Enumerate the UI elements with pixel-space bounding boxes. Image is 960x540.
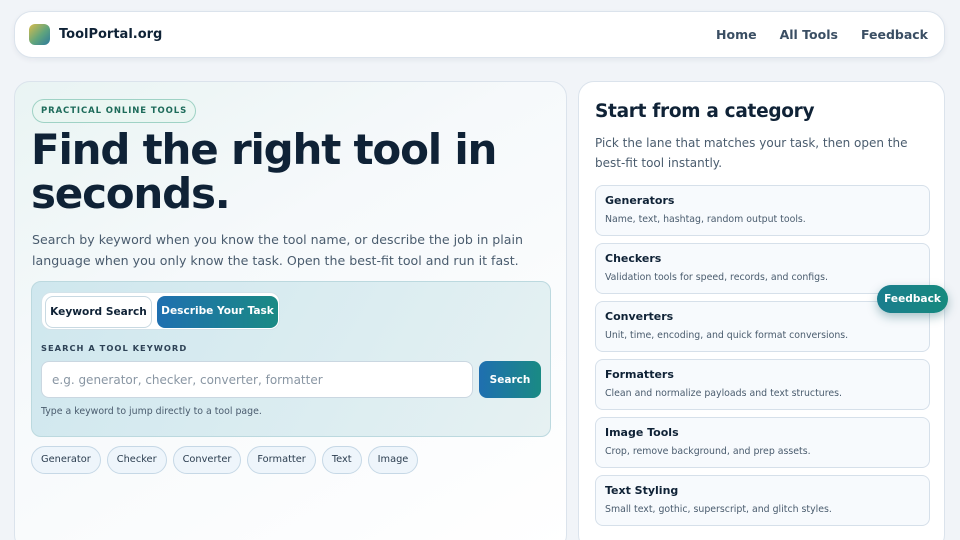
quick-keyword-chips: Generator Checker Converter Formatter Te… <box>31 446 424 474</box>
brand-logo-icon <box>29 24 50 45</box>
category-description: Validation tools for speed, records, and… <box>605 272 829 283</box>
hero-description: Search by keyword when you know the tool… <box>32 232 523 268</box>
category-description: Unit, time, encoding, and quick format c… <box>605 330 849 341</box>
chip-text[interactable]: Text <box>321 446 362 474</box>
site-header: ToolPortal.org Home All Tools Feedback <box>14 11 945 58</box>
feedback-floating-button[interactable]: Feedback <box>877 285 948 313</box>
category-name: Formatters <box>605 368 674 381</box>
category-item-text-styling[interactable]: Text Styling Small text, gothic, supersc… <box>595 475 930 526</box>
category-name: Checkers <box>605 252 662 265</box>
hero-card: PRACTICAL ONLINE TOOLS Find the right to… <box>14 81 567 540</box>
category-subtitle: Pick the lane that matches your task, th… <box>595 136 908 170</box>
search-field-label: SEARCH A TOOL KEYWORD <box>41 343 188 353</box>
category-item-converters[interactable]: Converters Unit, time, encoding, and qui… <box>595 301 930 352</box>
category-name: Image Tools <box>605 426 679 439</box>
category-name: Generators <box>605 194 675 207</box>
category-description: Crop, remove background, and prep assets… <box>605 446 811 457</box>
eyebrow-badge: PRACTICAL ONLINE TOOLS <box>32 99 197 123</box>
search-button[interactable]: Search <box>479 361 541 398</box>
main-nav: Home All Tools Feedback <box>693 27 928 42</box>
nav-feedback[interactable]: Feedback <box>861 27 928 42</box>
brand-name: ToolPortal.org <box>59 27 163 42</box>
category-description: Clean and normalize payloads and text st… <box>605 388 842 399</box>
brand[interactable]: ToolPortal.org <box>29 24 162 45</box>
category-item-formatters[interactable]: Formatters Clean and normalize payloads … <box>595 359 930 410</box>
search-hint: Type a keyword to jump directly to a too… <box>41 406 262 417</box>
chip-converter[interactable]: Converter <box>172 446 242 474</box>
nav-all-tools[interactable]: All Tools <box>780 27 838 42</box>
nav-home[interactable]: Home <box>716 27 757 42</box>
category-description: Name, text, hashtag, random output tools… <box>605 214 806 225</box>
tab-keyword-search[interactable]: Keyword Search <box>45 296 152 328</box>
category-name: Converters <box>605 310 674 323</box>
category-description: Small text, gothic, superscript, and gli… <box>605 504 832 515</box>
category-name: Text Styling <box>605 484 679 497</box>
category-item-image-tools[interactable]: Image Tools Crop, remove background, and… <box>595 417 930 468</box>
category-title: Start from a category <box>595 101 815 122</box>
chip-formatter[interactable]: Formatter <box>247 446 316 474</box>
chip-generator[interactable]: Generator <box>31 446 101 474</box>
search-mode-tabs: Keyword Search Describe Your Task <box>41 292 280 330</box>
search-input[interactable] <box>41 361 473 398</box>
chip-checker[interactable]: Checker <box>106 446 167 474</box>
category-item-checkers[interactable]: Checkers Validation tools for speed, rec… <box>595 243 930 294</box>
page-title: Find the right tool in seconds. <box>31 125 497 218</box>
category-item-generators[interactable]: Generators Name, text, hashtag, random o… <box>595 185 930 236</box>
search-panel: Keyword Search Describe Your Task SEARCH… <box>31 281 551 437</box>
tab-describe-your-task[interactable]: Describe Your Task <box>157 296 278 328</box>
chip-image[interactable]: Image <box>367 446 419 474</box>
